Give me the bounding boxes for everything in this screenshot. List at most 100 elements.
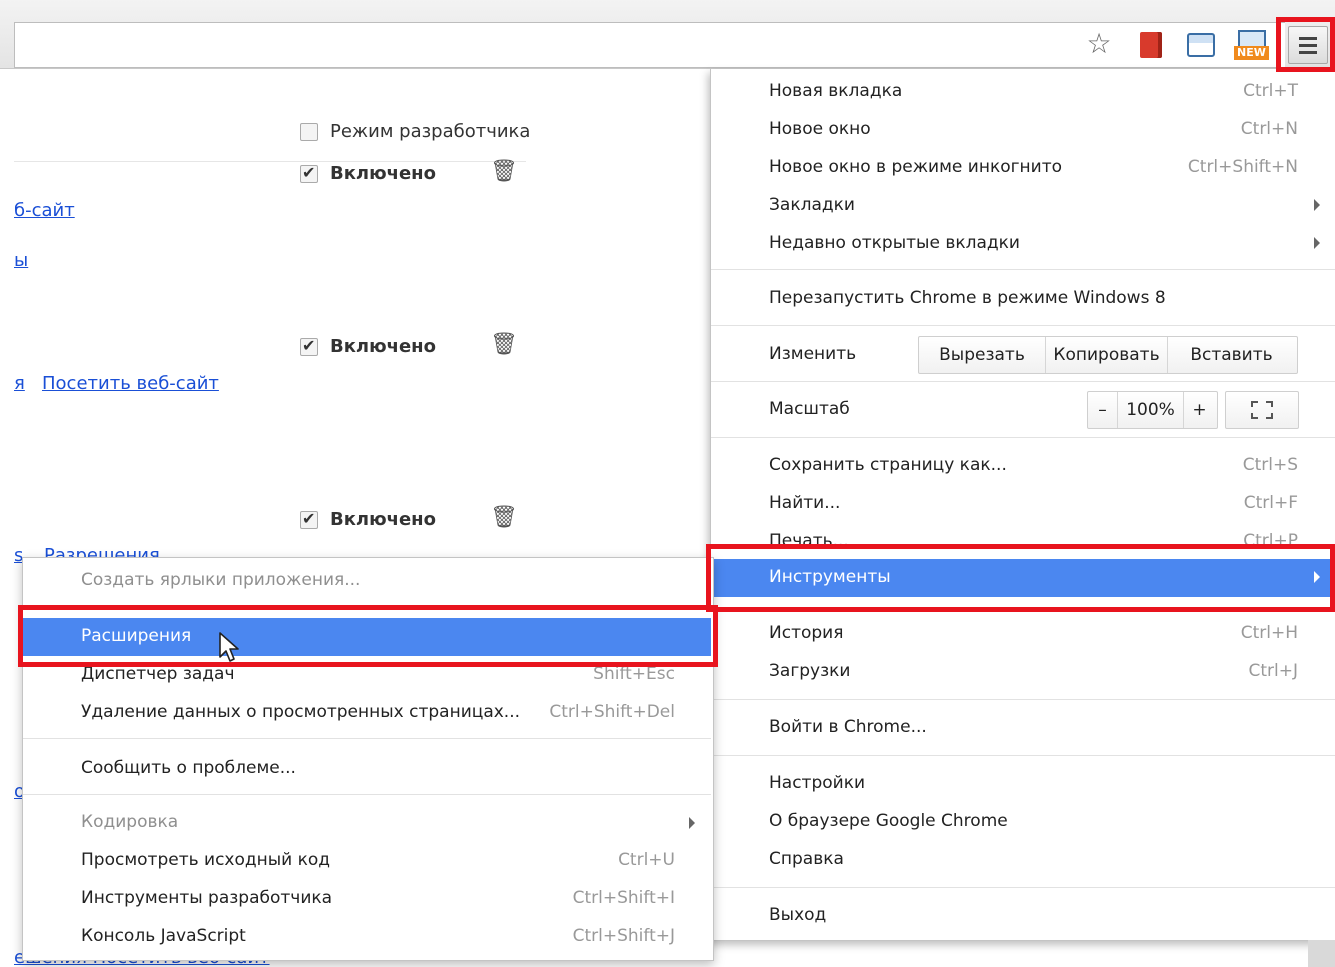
menu-item-help[interactable]: Справка — [711, 841, 1335, 879]
menu-item-history[interactable]: История Ctrl+H — [711, 615, 1335, 653]
menu-item-tools[interactable]: Инструменты — [711, 559, 1335, 597]
menu-item-shortcut: Shift+Esc — [593, 664, 675, 684]
menu-item-relaunch-win8[interactable]: Перезапустить Chrome в режиме Windows 8 — [711, 280, 1335, 318]
menu-item-label: Расширения — [81, 626, 192, 646]
trash-icon[interactable]: 🗑 — [490, 505, 518, 530]
enabled-checkbox[interactable] — [300, 336, 318, 356]
zoom-in-button[interactable]: + — [1184, 392, 1215, 428]
menu-item-label: Настройки — [769, 773, 866, 793]
menu-item-label: Печать... — [769, 531, 849, 551]
menu-item-about[interactable]: О браузере Google Chrome — [711, 803, 1335, 841]
menu-item-shortcut: Ctrl+N — [1240, 119, 1298, 139]
menu-item-label: Кодировка — [81, 812, 179, 832]
menu-separator — [711, 699, 1335, 700]
submenu-item-dev-tools[interactable]: Инструменты разработчика Ctrl+Shift+I — [23, 880, 711, 918]
menu-item-label: Просмотреть исходный код — [81, 850, 331, 870]
new-badge: NEW — [1234, 46, 1269, 60]
menu-item-find[interactable]: Найти... Ctrl+F — [711, 485, 1335, 523]
trash-icon[interactable]: 🗑 — [490, 332, 518, 357]
menu-item-label: Изменить — [769, 344, 857, 364]
menu-item-label: Справка — [769, 849, 844, 869]
extension-enabled-3[interactable]: Включено — [300, 509, 436, 530]
menu-item-print[interactable]: Печать... Ctrl+P — [711, 523, 1335, 561]
trash-icon[interactable]: 🗑 — [490, 159, 518, 184]
extension-enabled-1[interactable]: Включено — [300, 163, 436, 184]
extension-enabled-2[interactable]: Включено — [300, 336, 436, 357]
menu-separator — [711, 381, 1335, 382]
menu-item-exit[interactable]: Выход — [711, 897, 1335, 935]
submenu-item-create-shortcuts[interactable]: Создать ярлыки приложения... — [23, 562, 711, 600]
menu-item-shortcut: Ctrl+Shift+Del — [549, 702, 675, 722]
browser-window: ☆ NEW Режим разработчика Включено 🗑 б-са… — [0, 0, 1335, 967]
edit-button-group: Вырезать Копировать Вставить — [918, 336, 1298, 374]
menu-item-shortcut: Ctrl+H — [1240, 623, 1298, 643]
submenu-arrow-icon — [1314, 571, 1320, 583]
enabled-label: Включено — [330, 509, 436, 530]
menu-item-label: Новая вкладка — [769, 81, 903, 101]
menu-item-sign-in[interactable]: Войти в Chrome... — [711, 709, 1335, 747]
menu-item-label: Войти в Chrome... — [769, 717, 927, 737]
permissions-link[interactable]: я — [14, 373, 25, 394]
submenu-item-extensions[interactable]: Расширения — [23, 618, 711, 656]
copy-button[interactable]: Копировать — [1046, 337, 1168, 373]
bookmark-star-icon[interactable]: ☆ — [1084, 27, 1114, 60]
menu-item-label: Недавно открытые вкладки — [769, 233, 1020, 253]
submenu-arrow-icon — [1314, 237, 1320, 249]
mouse-cursor-icon — [219, 632, 239, 662]
menu-separator — [23, 794, 711, 795]
enabled-label: Включено — [330, 163, 436, 184]
red-book-extension-icon[interactable] — [1136, 30, 1166, 60]
submenu-item-clear-data[interactable]: Удаление данных о просмотренных страница… — [23, 694, 711, 732]
enabled-checkbox[interactable] — [300, 163, 318, 183]
menu-item-shortcut: Ctrl+U — [618, 850, 675, 870]
menu-item-label: Найти... — [769, 493, 841, 513]
menu-item-recent-tabs[interactable]: Недавно открытые вкладки — [711, 225, 1335, 263]
menu-separator — [23, 738, 711, 739]
enabled-checkbox[interactable] — [300, 509, 318, 529]
menu-separator — [711, 887, 1335, 888]
menu-item-label: Сохранить страницу как... — [769, 455, 1007, 475]
submenu-arrow-icon — [1314, 199, 1320, 211]
menu-item-label: Диспетчер задач — [81, 664, 235, 684]
menu-item-label: Инструменты — [769, 567, 891, 587]
submenu-item-view-source[interactable]: Просмотреть исходный код Ctrl+U — [23, 842, 711, 880]
menu-item-incognito[interactable]: Новое окно в режиме инкогнито Ctrl+Shift… — [711, 149, 1335, 187]
menu-item-shortcut: Ctrl+T — [1243, 81, 1298, 101]
link-fragment[interactable]: ы — [14, 250, 28, 271]
cut-button[interactable]: Вырезать — [919, 337, 1046, 373]
new-extension-icon[interactable]: NEW — [1234, 30, 1269, 60]
menu-item-label: Консоль JavaScript — [81, 926, 246, 946]
visit-website-link[interactable]: Посетить веб-сайт — [42, 373, 219, 394]
submenu-item-report-issue[interactable]: Сообщить о проблеме... — [23, 750, 711, 788]
menu-item-label: О браузере Google Chrome — [769, 811, 1008, 831]
fullscreen-icon — [1251, 401, 1273, 419]
menu-item-new-window[interactable]: Новое окно Ctrl+N — [711, 111, 1335, 149]
menu-item-settings[interactable]: Настройки — [711, 765, 1335, 803]
submenu-arrow-icon — [689, 817, 695, 829]
menu-item-bookmarks[interactable]: Закладки — [711, 187, 1335, 225]
fullscreen-button[interactable] — [1225, 391, 1299, 429]
enabled-label: Включено — [330, 336, 436, 357]
visit-website-link[interactable]: б-сайт — [14, 200, 75, 221]
menu-separator — [23, 607, 711, 608]
menu-item-shortcut: Ctrl+Shift+N — [1187, 157, 1298, 177]
menu-item-downloads[interactable]: Загрузки Ctrl+J — [711, 653, 1335, 691]
developer-mode-toggle[interactable]: Режим разработчика — [300, 121, 530, 142]
chrome-main-menu: Новая вкладка Ctrl+T Новое окно Ctrl+N Н… — [710, 69, 1335, 941]
submenu-item-encoding[interactable]: Кодировка — [23, 804, 711, 842]
menu-separator — [711, 437, 1335, 438]
developer-mode-checkbox[interactable] — [300, 122, 318, 141]
menu-item-new-tab[interactable]: Новая вкладка Ctrl+T — [711, 73, 1335, 111]
menu-item-save-page[interactable]: Сохранить страницу как... Ctrl+S — [711, 447, 1335, 485]
paste-button[interactable]: Вставить — [1168, 337, 1295, 373]
submenu-item-js-console[interactable]: Консоль JavaScript Ctrl+Shift+J — [23, 918, 711, 956]
menu-separator — [711, 325, 1335, 326]
menu-item-shortcut: Ctrl+Shift+J — [572, 926, 675, 946]
window-extension-icon[interactable] — [1186, 30, 1216, 60]
menu-item-label: Загрузки — [769, 661, 851, 681]
chrome-menu-button[interactable] — [1288, 26, 1328, 64]
submenu-item-task-manager[interactable]: Диспетчер задач Shift+Esc — [23, 656, 711, 694]
zoom-out-button[interactable]: – — [1088, 392, 1118, 428]
menu-item-label: Сообщить о проблеме... — [81, 758, 296, 778]
menu-item-label: История — [769, 623, 844, 643]
